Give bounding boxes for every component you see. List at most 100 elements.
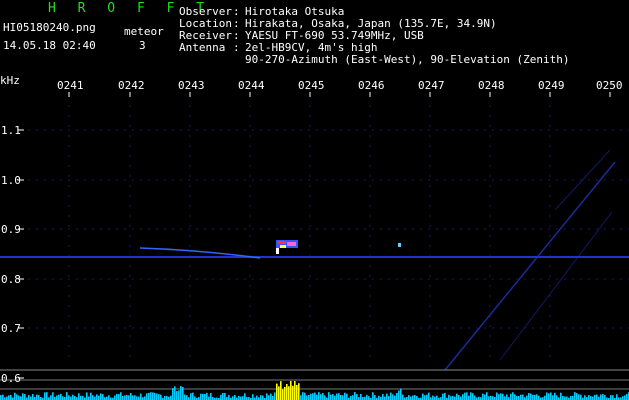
spectrum-bar <box>386 393 388 400</box>
spectrum-bar <box>592 396 594 400</box>
spectrum-bar <box>532 394 534 400</box>
spectrum-bar <box>330 394 332 400</box>
spectrum-bar <box>496 392 498 400</box>
spectrum-bar <box>82 395 84 400</box>
spectrum-bar <box>414 394 416 400</box>
spectrum-bar <box>8 395 10 400</box>
header-sep: : <box>233 41 240 54</box>
spectrum-bar <box>502 393 504 400</box>
spectrum-bar <box>120 392 122 400</box>
spectrum-bar <box>538 395 540 400</box>
grid <box>20 129 629 329</box>
spectrum-bar <box>108 395 110 400</box>
spectrum-bar <box>512 392 514 400</box>
spectrum-bar <box>530 393 532 400</box>
spectrum-bar <box>554 392 556 400</box>
spectrum-bar <box>134 395 136 400</box>
file-name: HI05180240.png <box>3 21 96 34</box>
spectrum-bar <box>318 392 320 400</box>
spectrum-bar <box>450 396 452 400</box>
spectrum-bar <box>396 393 398 400</box>
spectrum-bar <box>280 381 282 400</box>
spectrum-bar <box>510 393 512 400</box>
spectrum-bar <box>624 395 626 400</box>
spectrum-bar <box>90 392 92 400</box>
spectrum-bar <box>378 395 380 400</box>
spectrum-bar <box>274 392 276 400</box>
spectrum-bar <box>290 380 292 400</box>
spectrum-bar <box>152 392 154 400</box>
spectrum-bar <box>312 393 314 400</box>
spectrum-bar <box>432 395 434 400</box>
spectrum-bar <box>184 394 186 400</box>
spectrum-bar <box>426 394 428 400</box>
header-sep: : <box>233 17 240 30</box>
spectrum-bar <box>428 392 430 400</box>
spectrum-bar <box>576 393 578 400</box>
time-tick: 0242 <box>118 79 145 92</box>
freq-tick: 1.1 <box>1 124 21 137</box>
spectrum-bar <box>138 396 140 400</box>
spectrum-bar <box>302 392 304 400</box>
spectrum-bar <box>278 386 280 400</box>
spectrum-bar <box>2 394 4 400</box>
spectrum-bar <box>106 396 108 400</box>
spectrum-bar <box>164 396 166 400</box>
freq-tick: 0.9 <box>1 223 21 236</box>
spectrum-bar <box>580 394 582 400</box>
spectrum-bar <box>148 392 150 400</box>
header-value-observer: Hirotaka Otsuka <box>245 5 345 18</box>
spectrum-bar <box>468 395 470 400</box>
spectrum-bar <box>44 392 46 400</box>
header-value-antenna-pattern: 90-270-Azimuth (East-West), 90-Elevation… <box>245 53 570 66</box>
spectrum-bar <box>154 392 156 400</box>
spectrum-bar <box>400 388 402 400</box>
spectrum-bar <box>394 395 396 400</box>
spectrum-bar <box>192 392 194 400</box>
time-tick: 0245 <box>298 79 325 92</box>
spectrum-bar <box>490 395 492 400</box>
spectrum-bar <box>88 396 90 400</box>
spectrum-bars <box>0 380 629 400</box>
spectrum-bar <box>574 392 576 400</box>
spectrum-bar <box>114 395 116 400</box>
spectrum-bar <box>266 393 268 400</box>
spectrum-bar <box>600 394 602 400</box>
spectrum-bar <box>240 396 242 400</box>
timestamp: 14.05.18 02:40 <box>3 39 96 52</box>
freq-unit-label: kHz <box>0 74 20 87</box>
spectrum-bar <box>38 395 40 400</box>
spectrum-bar <box>232 396 234 400</box>
spectrum-bar <box>388 396 390 400</box>
spectrum-bar <box>332 394 334 400</box>
spectrum-bar <box>596 394 598 400</box>
header-sep: : <box>233 29 240 42</box>
spectrum-bar <box>72 394 74 400</box>
spectrum-bar <box>128 395 130 400</box>
spectrum-bar <box>166 395 168 400</box>
spectrum-bar <box>516 395 518 400</box>
spectrum-bar <box>74 396 76 400</box>
spectrum-bar <box>410 396 412 400</box>
spectrum-bar <box>16 394 18 400</box>
spectrum-bar <box>350 395 352 400</box>
spectrum-bar <box>22 393 24 400</box>
time-tick: 0248 <box>478 79 505 92</box>
spectrum-bar <box>594 394 596 400</box>
spectrum-bar <box>50 395 52 400</box>
top-ticks <box>68 92 611 97</box>
spectrum-bar <box>56 395 58 400</box>
spectrum-bar <box>484 394 486 400</box>
spectrum-bar <box>102 394 104 400</box>
time-tick: 0249 <box>538 79 565 92</box>
spectrum-bar <box>412 395 414 400</box>
header-value-receiver: YAESU FT-690 53.749MHz, USB <box>245 29 424 42</box>
spectrum-bar <box>336 393 338 400</box>
spectrum-bar <box>150 392 152 400</box>
spectrum-bar <box>560 392 562 400</box>
spectrum-bar <box>52 392 54 400</box>
spectrum-bar <box>616 394 618 400</box>
spectrum-bar <box>0 395 2 400</box>
spectrum-bar <box>228 395 230 400</box>
spectrum-bar <box>130 392 132 400</box>
